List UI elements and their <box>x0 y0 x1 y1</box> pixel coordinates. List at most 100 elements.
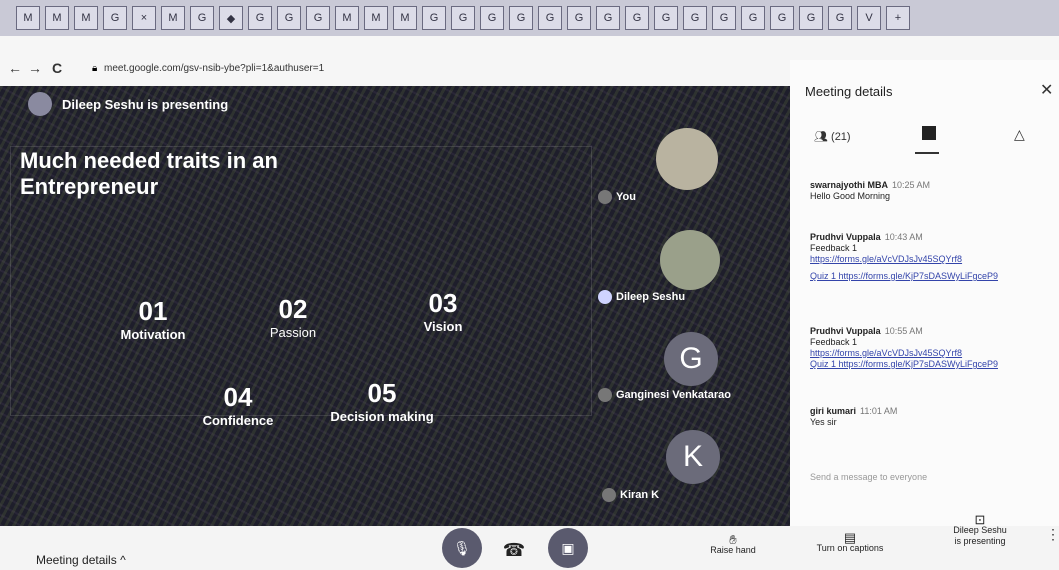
browser-tab[interactable]: G <box>538 6 562 30</box>
trait-label: Decision making <box>330 409 434 424</box>
browser-tab[interactable]: M <box>16 6 40 30</box>
trait-item: 01 Motivation <box>108 296 198 342</box>
participant-avatar: G <box>664 332 718 386</box>
message-text: Feedback 1 <box>810 243 858 253</box>
participant-label: Kiran K <box>602 488 659 502</box>
trait-number: 01 <box>138 296 168 326</box>
trait-number: 04 <box>223 382 253 412</box>
trait-item: 02 Passion <box>248 294 338 340</box>
people-count: (21) <box>831 131 851 143</box>
message-time: 10:55 AM <box>884 326 923 336</box>
browser-tab[interactable]: G <box>596 6 620 30</box>
captions-button[interactable]: ▤ Turn on captions <box>800 530 900 554</box>
message-time: 10:25 AM <box>892 180 931 190</box>
browser-tab[interactable]: M <box>74 6 98 30</box>
leave-call-button[interactable]: ☎︎ <box>500 540 528 560</box>
browser-tab[interactable]: G <box>103 6 127 30</box>
browser-tab[interactable]: G <box>277 6 301 30</box>
meeting-details-label: Meeting details <box>36 553 117 567</box>
present-screen-icon: ⊡ <box>974 512 986 527</box>
browser-tab[interactable]: M <box>393 6 417 30</box>
browser-tab[interactable]: G <box>567 6 591 30</box>
browser-tab[interactable]: G <box>625 6 649 30</box>
browser-tab[interactable]: + <box>886 6 910 30</box>
participant-initial: K <box>682 440 703 473</box>
participant-initial: G <box>679 342 703 375</box>
mic-toggle-button[interactable]: 🎙︎ <box>442 528 482 568</box>
browser-tab[interactable]: G <box>190 6 214 30</box>
browser-tab[interactable]: M <box>45 6 69 30</box>
mic-off-icon: 🎙︎ <box>453 539 471 556</box>
trait-label: Confidence <box>202 413 274 428</box>
message-link[interactable]: https://forms.gle/aVcVDJsJv45SQYrf8 <box>810 254 1050 265</box>
message-link[interactable]: Quiz 1 https://forms.gle/KjP7sDASWyLiFgc… <box>810 359 1050 370</box>
phone-hangup-icon: ☎︎ <box>502 539 526 560</box>
message-link[interactable]: https://forms.gle/aVcVDJsJv45SQYrf8 <box>810 348 1050 359</box>
chevron-up-icon: ^ <box>120 553 126 567</box>
trait-item: 03 Vision <box>398 288 488 334</box>
browser-tab[interactable]: G <box>712 6 736 30</box>
message-sender: Prudhvi Vuppala <box>810 232 881 242</box>
browser-tab[interactable]: M <box>161 6 185 30</box>
browser-tab[interactable]: G <box>799 6 823 30</box>
chat-compose-input[interactable]: Send a message to everyone <box>810 472 927 482</box>
camera-toggle-button[interactable]: ▣ <box>548 528 588 568</box>
mic-off-icon <box>598 388 612 402</box>
browser-tab[interactable]: × <box>132 6 156 30</box>
speaking-icon <box>598 290 612 304</box>
forward-button[interactable]: → <box>28 60 42 76</box>
message-sender: swarnajyothi MBA <box>810 180 889 190</box>
participant-avatar <box>656 128 718 190</box>
camera-off-icon: ▣ <box>561 539 575 556</box>
browser-tab[interactable]: M <box>335 6 359 30</box>
participant-label: Ganginesi Venkatarao <box>598 388 731 402</box>
chat-message: Prudhvi Vuppala 10:43 AM Feedback 1 https… <box>810 232 1050 282</box>
participant-label: Dileep Seshu <box>598 290 685 304</box>
browser-tab[interactable]: G <box>828 6 852 30</box>
hand-icon: ✋︎ <box>729 532 737 547</box>
slide-title: Much needed traits in an Entrepreneur <box>20 148 278 199</box>
browser-tab[interactable]: G <box>306 6 330 30</box>
browser-tab[interactable]: G <box>741 6 765 30</box>
message-link[interactable]: Quiz 1 https://forms.gle/KjP7sDASWyLiFgc… <box>810 271 1050 282</box>
browser-tab[interactable]: G <box>480 6 504 30</box>
browser-tab[interactable]: G <box>770 6 794 30</box>
mic-off-icon <box>598 190 612 204</box>
captions-label: Turn on captions <box>816 543 884 553</box>
message-text: Feedback 1 <box>810 337 858 347</box>
raise-hand-button[interactable]: ✋︎ Raise hand <box>698 532 768 556</box>
participant-label: You <box>598 190 636 204</box>
browser-tab[interactable]: G <box>248 6 272 30</box>
back-button[interactable]: ← <box>8 60 22 76</box>
participant-name: Dileep Seshu <box>616 290 686 303</box>
trait-number: 05 <box>367 378 397 408</box>
close-icon[interactable]: ✕ <box>1040 80 1053 100</box>
reload-button[interactable]: C <box>52 60 62 76</box>
address-bar[interactable]: meet.google.com/gsv-nsib-ybe?pli=1&authu… <box>104 63 324 74</box>
browser-tab[interactable]: G <box>451 6 475 30</box>
participant-name: Ganginesi Venkatarao <box>616 388 731 401</box>
tab-people[interactable]: 👥︎ (21) <box>814 130 851 143</box>
participant-avatar <box>660 230 720 290</box>
browser-tab[interactable]: G <box>654 6 678 30</box>
more-options-icon[interactable]: ⋮ <box>1046 526 1059 543</box>
panel-title: Meeting details <box>805 84 893 99</box>
captions-icon: ▤ <box>843 530 857 545</box>
browser-tab[interactable]: ◆ <box>219 6 243 30</box>
trait-label: Motivation <box>120 327 186 342</box>
browser-tab[interactable]: V <box>857 6 881 30</box>
activities-icon[interactable]: △ <box>1014 126 1025 143</box>
presenter-text: Dileep Seshu is presenting <box>62 96 229 112</box>
presenting-line2: is presenting <box>954 536 1006 546</box>
browser-tab[interactable]: G <box>683 6 707 30</box>
browser-tab[interactable]: G <box>422 6 446 30</box>
present-button[interactable]: ⊡ Dileep Seshu is presenting <box>938 512 1022 547</box>
trait-item: 04 Confidence <box>188 382 288 428</box>
chat-message: giri kumari 11:01 AM Yes sir <box>810 406 1050 428</box>
message-text: Hello Good Morning <box>810 191 891 201</box>
browser-tab[interactable]: M <box>364 6 388 30</box>
meeting-details-button[interactable]: Meeting details ^ <box>36 553 126 567</box>
chat-icon[interactable] <box>922 126 936 140</box>
browser-tab[interactable]: G <box>509 6 533 30</box>
meeting-controls-bar: Meeting details ^ 🎙︎ ☎︎ ▣ ✋︎ Raise hand … <box>0 513 1059 570</box>
